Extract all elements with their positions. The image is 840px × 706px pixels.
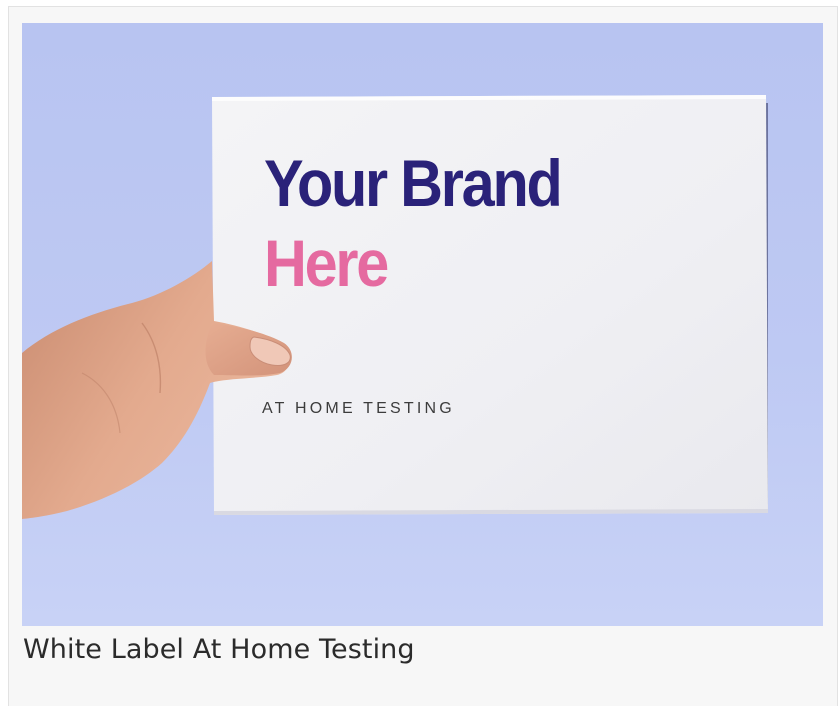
brand-subheadline: Here [264,226,389,300]
box-tagline: AT HOME TESTING [262,400,455,417]
figure-caption: White Label At Home Testing [23,634,415,665]
product-photo: Your Brand Here AT HOME TESTING [22,23,823,626]
brand-headline: Your Brand [264,146,563,220]
figure-card: Your Brand Here AT HOME TESTING White La… [8,6,838,706]
product-illustration [22,95,768,519]
